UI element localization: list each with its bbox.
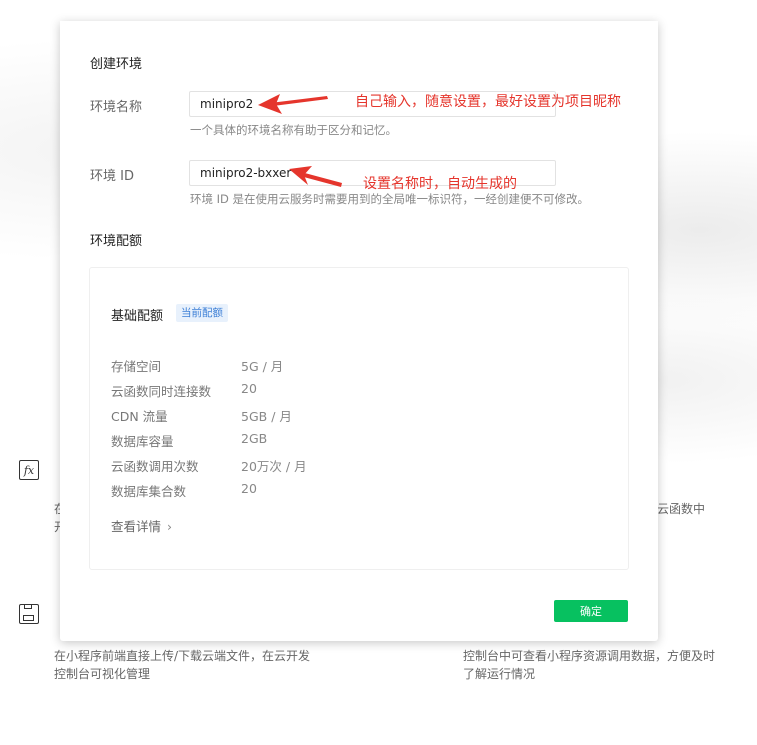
current-plan-badge: 当前配额 xyxy=(176,304,228,322)
save-icon xyxy=(19,604,39,624)
view-details-link[interactable]: 查看详情 › xyxy=(111,516,172,535)
quota-key: 数据库集合数 xyxy=(111,484,187,499)
env-id-hint: 环境 ID 是在使用云服务时需要用到的全局唯一标识符，一经创建便不可修改。 xyxy=(190,192,590,206)
quota-key: 数据库容量 xyxy=(111,434,174,449)
quota-key: 云函数调用次数 xyxy=(111,459,199,474)
environment-quota-title: 环境配额 xyxy=(90,234,143,249)
create-environment-dialog: 创建环境 环境名称 一个具体的环境名称有助于区分和记忆。 环境 ID 环境 ID… xyxy=(60,21,658,641)
env-id-label: 环境 ID xyxy=(90,169,134,184)
background-feature-text: 云函数中 xyxy=(657,502,706,516)
quota-value: 5GB / 月 xyxy=(241,409,292,424)
quota-value: 20 xyxy=(241,381,257,396)
chevron-right-icon: › xyxy=(167,519,173,534)
create-environment-title: 创建环境 xyxy=(90,57,143,72)
annotation-env-name-note: 自己输入，随意设置，最好设置为项目昵称 xyxy=(355,94,621,110)
quota-value: 20万次 / 月 xyxy=(241,459,307,474)
storage-feature-description: 在小程序前端直接上传/下载云端文件，在云开发控制台可视化管理 xyxy=(54,649,311,681)
quota-value: 5G / 月 xyxy=(241,359,284,374)
quota-key: 存储空间 xyxy=(111,359,162,374)
confirm-button[interactable]: 确定 xyxy=(554,600,628,622)
annotation-env-id-note: 设置名称时，自动生成的 xyxy=(363,176,517,192)
quota-value: 2GB xyxy=(241,431,268,446)
quota-key: CDN 流量 xyxy=(111,409,168,424)
monitor-feature-description: 控制台中可查看小程序资源调用数据，方便及时了解运行情况 xyxy=(463,649,716,681)
function-icon: fx xyxy=(19,460,39,480)
view-details-label: 查看详情 xyxy=(111,519,162,534)
env-name-label: 环境名称 xyxy=(90,100,143,115)
quota-card: 基础配额 当前配额 存储空间 5G / 月 云函数同时连接数 20 CDN 流量… xyxy=(89,267,629,570)
quota-key: 云函数同时连接数 xyxy=(111,384,212,399)
quota-value: 20 xyxy=(241,481,257,496)
plan-name: 基础配额 xyxy=(111,309,164,324)
env-name-hint: 一个具体的环境名称有助于区分和记忆。 xyxy=(190,123,397,137)
